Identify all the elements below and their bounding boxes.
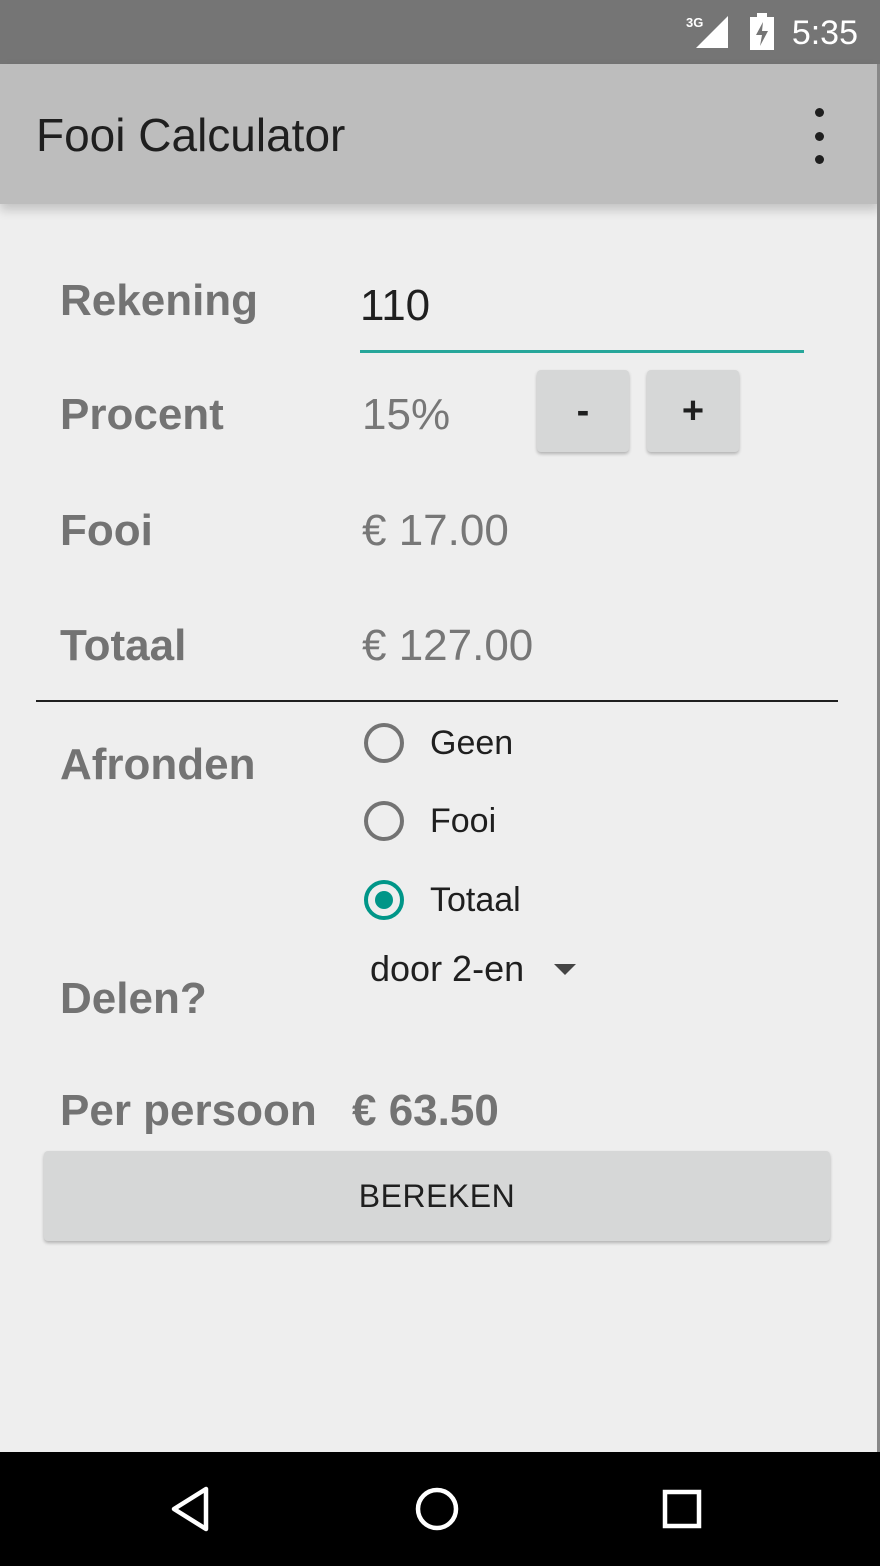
radio-label: Fooi	[430, 801, 497, 840]
home-circle-icon[interactable]	[387, 1452, 487, 1566]
decrease-percent-button[interactable]: -	[537, 370, 629, 452]
app-title: Fooi Calculator	[36, 109, 346, 161]
percent-value: 15%	[362, 390, 451, 439]
radio-unchecked-icon	[364, 801, 404, 841]
recents-square-icon[interactable]	[632, 1452, 732, 1566]
increase-percent-button[interactable]: +	[647, 370, 739, 452]
tip-label: Fooi	[60, 506, 153, 555]
tip-value: € 17.00	[362, 506, 509, 555]
dropdown-arrow-icon	[554, 963, 577, 975]
more-vertical-icon[interactable]	[806, 108, 832, 164]
status-bar: 3G 5:35	[0, 0, 880, 64]
split-label: Delen?	[60, 974, 207, 1023]
cellular-signal-icon: 3G	[686, 14, 730, 55]
total-value: € 127.00	[362, 621, 534, 670]
back-triangle-icon[interactable]	[142, 1452, 242, 1566]
split-dropdown[interactable]: door 2-en	[370, 944, 577, 994]
total-label: Totaal	[60, 621, 187, 670]
battery-charging-icon	[748, 13, 776, 56]
bill-input[interactable]	[360, 262, 804, 353]
rounding-label: Afronden	[60, 740, 256, 789]
divider	[36, 700, 838, 702]
per-person-label: Per persoon	[60, 1086, 317, 1135]
radio-label: Geen	[430, 723, 514, 762]
rounding-option-none[interactable]: Geen	[364, 718, 513, 768]
per-person-value: € 63.50	[352, 1086, 499, 1135]
rounding-option-tip[interactable]: Fooi	[364, 796, 496, 846]
status-time: 5:35	[791, 14, 858, 52]
radio-checked-icon	[364, 880, 404, 920]
split-selected-value: door 2-en	[370, 948, 525, 989]
network-type-label: 3G	[686, 15, 703, 30]
bill-label: Rekening	[60, 276, 259, 325]
percent-label: Procent	[60, 390, 224, 439]
calculate-button[interactable]: BEREKEN	[44, 1151, 830, 1241]
radio-label: Totaal	[430, 880, 521, 919]
rounding-option-total[interactable]: Totaal	[364, 875, 521, 925]
app-bar: Fooi Calculator	[0, 64, 880, 204]
radio-unchecked-icon	[364, 723, 404, 763]
navigation-bar	[0, 1452, 880, 1566]
